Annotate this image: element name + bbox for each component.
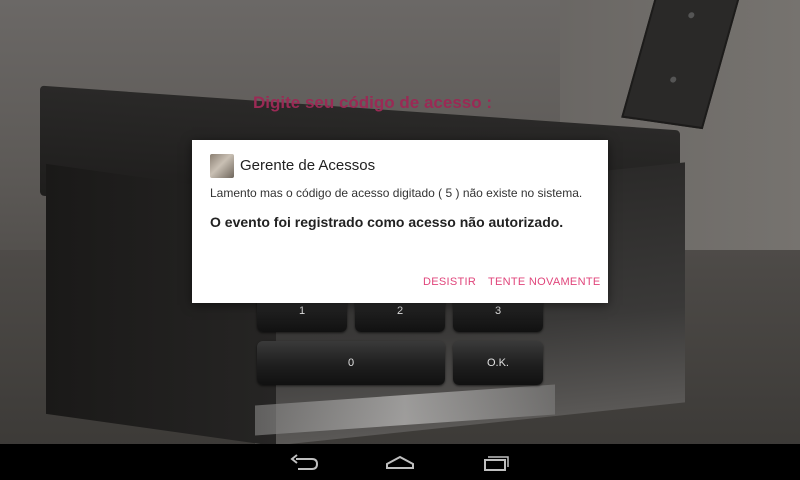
back-icon[interactable] <box>284 450 324 474</box>
access-denied-dialog: Gerente de Acessos Lamento mas o código … <box>192 140 608 303</box>
cancel-button[interactable]: DESISTIR <box>423 276 476 288</box>
dialog-message: Lamento mas o código de acesso digitado … <box>210 186 583 200</box>
dialog-title: Gerente de Acessos <box>240 157 376 174</box>
access-code-prompt: Digite seu código de acesso : <box>253 93 493 112</box>
key-ok[interactable]: O.K. <box>453 341 543 385</box>
key-0[interactable]: 0 <box>257 341 445 385</box>
home-icon[interactable] <box>380 450 420 474</box>
retry-button[interactable]: TENTE NOVAMENTE <box>488 276 600 288</box>
app-icon <box>210 154 234 178</box>
dialog-message-bold: O evento foi registrado como acesso não … <box>210 214 564 230</box>
navigation-bar <box>0 444 800 480</box>
recents-icon[interactable] <box>477 450 517 474</box>
